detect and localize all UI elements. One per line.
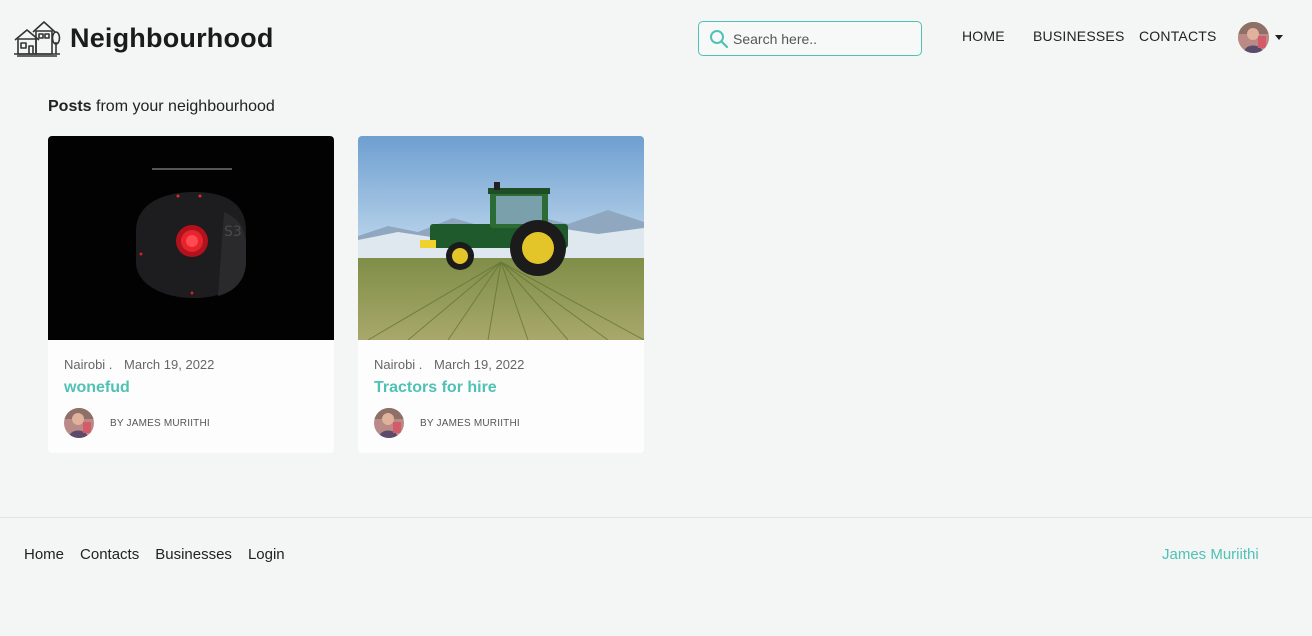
author-avatar [64, 408, 94, 438]
nav-businesses-link[interactable]: BUSINESSES [1033, 28, 1124, 44]
navbar: Neighbourhood HOME BUSINESSES CONTACTS [0, 0, 1312, 76]
avatar [1238, 22, 1269, 53]
author-avatar [374, 408, 404, 438]
search-input[interactable] [733, 30, 913, 47]
post-date: March 19, 2022 [124, 357, 215, 372]
post-author-name: BY JAMES MURIITHI [420, 417, 520, 429]
footer-link-home[interactable]: Home [24, 546, 64, 563]
footer-link-businesses[interactable]: Businesses [155, 546, 232, 563]
post-card[interactable]: Nairobi . March 19, 2022 Tractors for hi… [358, 136, 644, 453]
post-author: BY JAMES MURIITHI [374, 408, 520, 438]
footer-author: James Muriithi [1162, 546, 1259, 563]
user-menu-toggle[interactable] [1238, 22, 1283, 53]
house-logo-icon [14, 21, 61, 57]
footer-link-contacts[interactable]: Contacts [80, 546, 139, 563]
post-date: March 19, 2022 [434, 357, 525, 372]
post-title-link[interactable]: wonefud [64, 379, 130, 397]
brand-link[interactable]: Neighbourhood [13, 18, 274, 58]
post-image [358, 136, 644, 340]
search-icon [710, 29, 729, 48]
section-title: Posts from your neighbourhood [48, 98, 275, 116]
section-title-rest: from your neighbourhood [91, 98, 275, 115]
post-meta: Nairobi . March 19, 2022 [374, 357, 524, 372]
post-location: Nairobi . [374, 357, 423, 372]
post-image: S3 [48, 136, 334, 340]
post-card[interactable]: S3 Nairobi . March 19, 2022 wonefud BY J… [48, 136, 334, 453]
nav-contacts-link[interactable]: CONTACTS [1139, 28, 1217, 44]
svg-text:S3: S3 [224, 224, 242, 240]
footer: Home Contacts Businesses Login James Mur… [0, 517, 1312, 636]
nav-home-link[interactable]: HOME [962, 28, 1005, 44]
post-author: BY JAMES MURIITHI [64, 408, 210, 438]
chevron-down-icon [1275, 35, 1283, 40]
post-location: Nairobi . [64, 357, 113, 372]
section-title-bold: Posts [48, 98, 92, 115]
post-author-name: BY JAMES MURIITHI [110, 417, 210, 429]
footer-links: Home Contacts Businesses Login [24, 546, 301, 563]
brand-name: Neighbourhood [70, 22, 274, 53]
post-meta: Nairobi . March 19, 2022 [64, 357, 214, 372]
post-title-link[interactable]: Tractors for hire [374, 379, 497, 397]
footer-link-login[interactable]: Login [248, 546, 285, 563]
search-box[interactable] [698, 21, 922, 56]
